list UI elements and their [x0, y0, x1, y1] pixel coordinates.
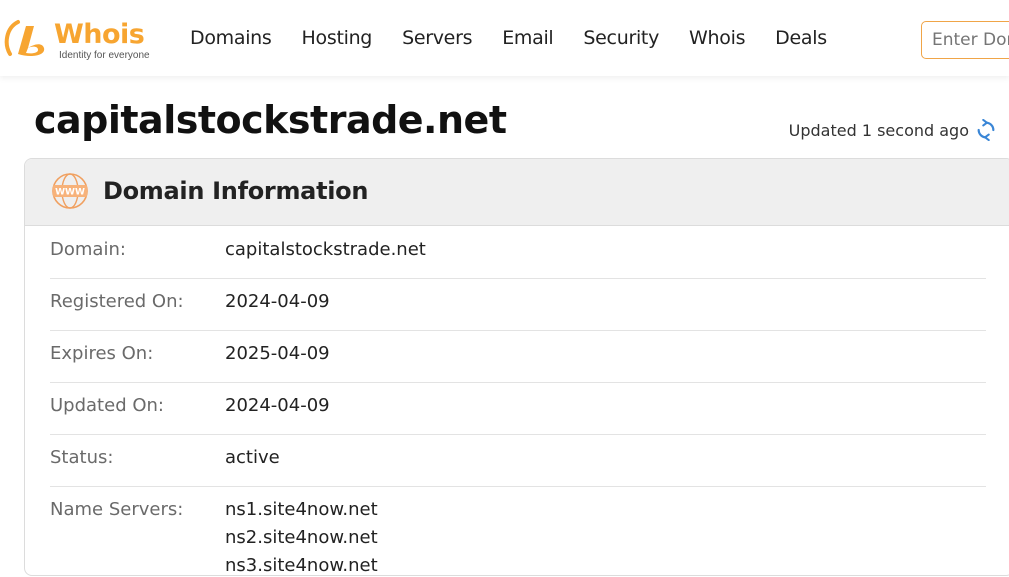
info-row-name-servers: Name Servers: ns1.site4now.net ns2.site4…	[50, 487, 986, 576]
row-value: active	[225, 447, 280, 468]
nav-item-servers[interactable]: Servers	[402, 27, 472, 49]
row-label: Registered On:	[50, 291, 184, 312]
refresh-icon[interactable]	[975, 119, 997, 141]
logo-wordmark: Whois	[54, 19, 145, 50]
info-row-domain: Domain: capitalstockstrade.net	[50, 227, 986, 279]
row-value: 2024-04-09	[225, 395, 330, 416]
row-label: Domain:	[50, 239, 126, 260]
row-label: Updated On:	[50, 395, 164, 416]
name-servers-list: ns1.site4now.net ns2.site4now.net ns3.si…	[225, 496, 378, 576]
nav-item-hosting[interactable]: Hosting	[302, 27, 373, 49]
domain-info-table: Domain: capitalstockstrade.net Registere…	[50, 227, 986, 576]
nav-item-whois[interactable]: Whois	[689, 27, 745, 49]
row-label: Name Servers:	[50, 499, 184, 520]
info-row-status: Status: active	[50, 435, 986, 487]
name-server: ns1.site4now.net	[225, 499, 378, 520]
page-title: capitalstockstrade.net	[34, 98, 507, 142]
info-row-updated: Updated On: 2024-04-09	[50, 383, 986, 435]
whois-logo[interactable]: Whois Identity for everyone	[4, 14, 160, 64]
panel-title: Domain Information	[103, 177, 369, 205]
www-icon: WWW	[52, 173, 88, 209]
whois-logo-icon	[4, 20, 45, 56]
name-server: ns3.site4now.net	[225, 555, 378, 576]
name-server: ns2.site4now.net	[225, 527, 378, 548]
updated-status: Updated 1 second ago	[789, 119, 997, 141]
nav-item-email[interactable]: Email	[502, 27, 554, 49]
info-row-registered: Registered On: 2024-04-09	[50, 279, 986, 331]
nav-item-domains[interactable]: Domains	[190, 27, 272, 49]
row-value: 2024-04-09	[225, 291, 330, 312]
search-input[interactable]	[921, 21, 1009, 59]
row-value: capitalstockstrade.net	[225, 239, 426, 260]
info-row-expires: Expires On: 2025-04-09	[50, 331, 986, 383]
row-value: 2025-04-09	[225, 343, 330, 364]
top-navigation-bar: Whois Identity for everyone Domains Host…	[0, 0, 1009, 76]
row-label: Status:	[50, 447, 114, 468]
row-label: Expires On:	[50, 343, 154, 364]
updated-text: Updated 1 second ago	[788, 120, 969, 140]
logo-tagline: Identity for everyone	[59, 50, 150, 61]
panel-header: WWW Domain Information	[25, 159, 1009, 226]
domain-information-panel: WWW Domain Information Domain: capitalst…	[24, 158, 1009, 576]
nav-item-security[interactable]: Security	[583, 27, 659, 49]
nav-item-deals[interactable]: Deals	[775, 27, 827, 49]
svg-text:WWW: WWW	[55, 188, 85, 198]
main-nav: Domains Hosting Servers Email Security W…	[190, 0, 857, 76]
